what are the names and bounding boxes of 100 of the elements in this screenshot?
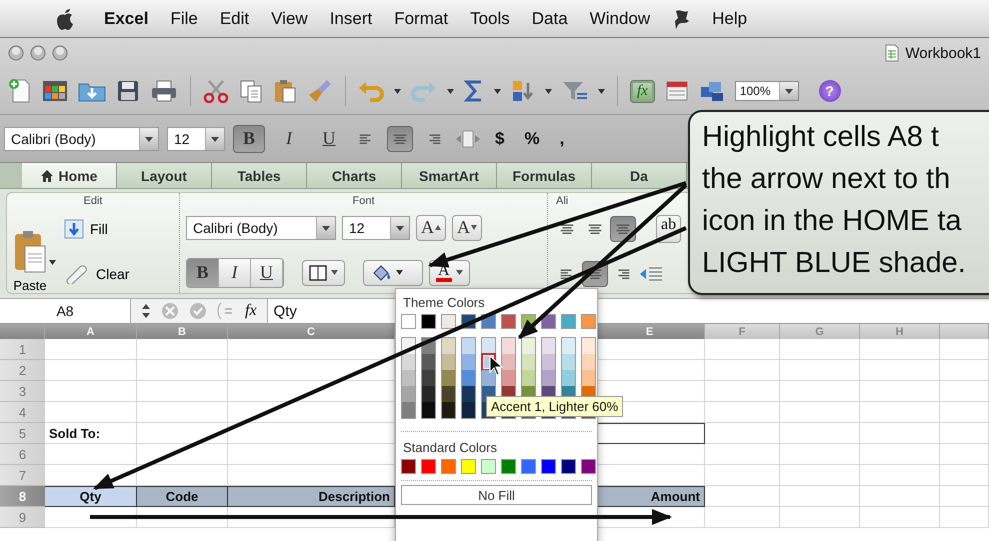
- color-swatch[interactable]: [581, 459, 596, 474]
- paste-button[interactable]: Paste: [13, 230, 47, 293]
- color-swatch[interactable]: [441, 459, 456, 474]
- color-swatch[interactable]: [421, 314, 436, 329]
- ribbon-tab[interactable]: Charts: [307, 163, 402, 188]
- color-swatch[interactable]: [502, 370, 515, 386]
- color-swatch[interactable]: [402, 354, 415, 370]
- color-swatch[interactable]: [562, 354, 575, 370]
- color-swatch[interactable]: [422, 370, 435, 386]
- caret-icon[interactable]: [49, 260, 56, 265]
- color-swatch[interactable]: [582, 338, 595, 354]
- scissors-icon[interactable]: [203, 79, 229, 103]
- menu-item[interactable]: Format: [394, 8, 448, 28]
- font-field[interactable]: Calibri (Body): [4, 126, 159, 150]
- media-browser-icon[interactable]: [698, 79, 725, 103]
- color-swatch[interactable]: [422, 354, 435, 370]
- color-swatch[interactable]: [401, 459, 416, 474]
- brush-icon[interactable]: [307, 78, 333, 104]
- color-swatch[interactable]: [562, 338, 575, 354]
- fill-button[interactable]: Fill: [64, 218, 130, 238]
- caret-icon[interactable]: [598, 88, 605, 94]
- clear-button[interactable]: Clear: [64, 264, 130, 284]
- copy-icon[interactable]: [239, 79, 263, 103]
- color-swatch[interactable]: [402, 370, 415, 386]
- color-swatch[interactable]: [422, 386, 435, 402]
- style-button[interactable]: I: [219, 258, 251, 286]
- save-icon[interactable]: [116, 79, 140, 103]
- confirm-icon[interactable]: [189, 302, 207, 320]
- window-button[interactable]: [52, 45, 68, 61]
- color-swatch[interactable]: [522, 354, 535, 370]
- color-swatch[interactable]: [422, 402, 435, 418]
- color-swatch[interactable]: [561, 314, 576, 329]
- number-format-button[interactable]: ,: [554, 128, 570, 148]
- caret-icon[interactable]: [394, 88, 401, 94]
- style-button[interactable]: I: [273, 124, 305, 152]
- menu-item[interactable]: Excel: [104, 8, 148, 28]
- cancel-icon[interactable]: [161, 302, 179, 320]
- ribbon-tab[interactable]: Tables: [212, 163, 307, 188]
- color-swatch[interactable]: [541, 459, 556, 474]
- toolbox-icon[interactable]: [664, 80, 689, 102]
- function-button[interactable]: fx: [630, 80, 655, 102]
- shrink-font-button[interactable]: A: [452, 214, 482, 240]
- function-label[interactable]: fx: [245, 302, 257, 320]
- color-swatch[interactable]: [442, 338, 455, 354]
- color-swatch[interactable]: [441, 314, 456, 329]
- borders-button[interactable]: [302, 260, 345, 286]
- color-swatch[interactable]: [582, 370, 595, 386]
- window-button[interactable]: [30, 45, 46, 61]
- style-button[interactable]: U: [313, 124, 345, 152]
- color-swatch[interactable]: [502, 354, 515, 370]
- color-swatch[interactable]: [481, 459, 496, 474]
- gallery-icon[interactable]: [42, 79, 68, 103]
- color-swatch[interactable]: [521, 459, 536, 474]
- color-swatch[interactable]: [502, 338, 515, 354]
- color-swatch[interactable]: [501, 459, 516, 474]
- style-button[interactable]: B: [187, 258, 219, 286]
- color-swatch[interactable]: [462, 386, 475, 402]
- ribbon-tab[interactable]: Formulas: [497, 163, 592, 188]
- color-swatch[interactable]: [442, 370, 455, 386]
- color-swatch[interactable]: [462, 354, 475, 370]
- number-format-button[interactable]: %: [518, 128, 546, 148]
- caret-icon[interactable]: [447, 88, 454, 94]
- menu-item[interactable]: Window: [590, 8, 650, 28]
- color-swatch[interactable]: [402, 402, 415, 418]
- color-swatch[interactable]: [401, 314, 416, 329]
- style-button[interactable]: B: [233, 124, 265, 152]
- color-swatch[interactable]: [462, 402, 475, 418]
- font-size-field[interactable]: 12: [167, 126, 225, 150]
- caret-icon[interactable]: [545, 88, 552, 94]
- color-swatch[interactable]: [582, 354, 595, 370]
- ribbon-tab[interactable]: SmartArt: [402, 163, 497, 188]
- filter-icon[interactable]: [562, 80, 588, 102]
- window-button[interactable]: [8, 45, 24, 61]
- new-document-icon[interactable]: [8, 78, 32, 104]
- number-format-button[interactable]: $: [489, 128, 510, 148]
- color-swatch[interactable]: [442, 386, 455, 402]
- apple-icon[interactable]: [54, 6, 76, 30]
- ribbon-tab[interactable]: Layout: [117, 163, 212, 188]
- equals-icon[interactable]: [217, 302, 235, 320]
- color-swatch[interactable]: [562, 370, 575, 386]
- font-size-field[interactable]: 12: [342, 216, 410, 240]
- color-swatch[interactable]: [462, 370, 475, 386]
- color-swatch[interactable]: [542, 370, 555, 386]
- color-swatch[interactable]: [461, 459, 476, 474]
- align-bottom-button[interactable]: [610, 216, 636, 242]
- menu-item[interactable]: Data: [532, 8, 568, 28]
- sum-icon[interactable]: [464, 80, 484, 102]
- caret-icon[interactable]: [494, 88, 501, 94]
- color-swatch[interactable]: [482, 370, 495, 386]
- grow-font-button[interactable]: A: [416, 214, 446, 240]
- align-center-button[interactable]: [387, 126, 413, 152]
- menu-item[interactable]: Edit: [220, 8, 250, 28]
- name-box[interactable]: A8: [0, 299, 131, 323]
- printer-icon[interactable]: [150, 79, 178, 103]
- color-swatch[interactable]: [581, 314, 596, 329]
- color-swatch[interactable]: [442, 402, 455, 418]
- zoom-field[interactable]: 100%: [734, 81, 799, 101]
- color-swatch[interactable]: [522, 338, 535, 354]
- font-field[interactable]: Calibri (Body): [186, 216, 336, 240]
- ribbon-tab[interactable]: Home: [22, 163, 117, 188]
